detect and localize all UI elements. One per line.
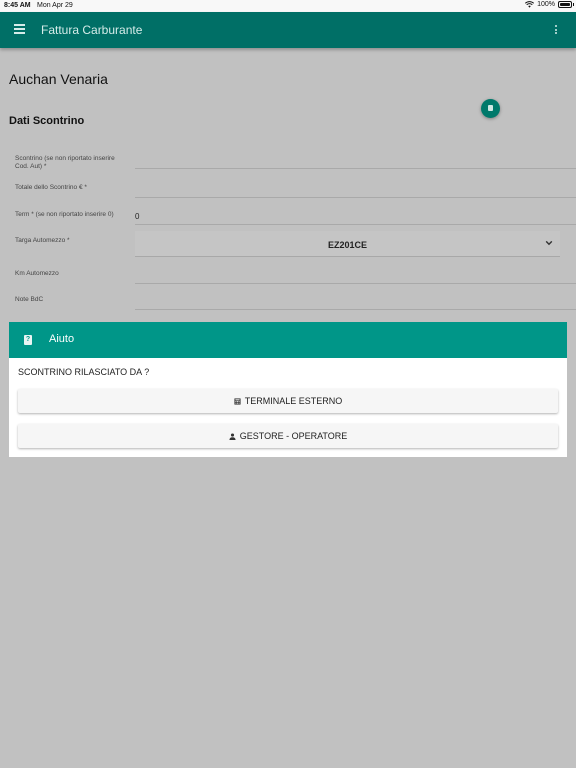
receipt-fab-button[interactable] — [481, 99, 500, 118]
note-underline — [135, 309, 576, 310]
gestore-operatore-label: GESTORE - OPERATORE — [239, 431, 348, 441]
dialog-title: Aiuto — [49, 333, 75, 345]
targa-selected-value: EZ201CE — [327, 240, 368, 250]
battery-icon — [558, 1, 574, 8]
section-title: Dati Scontrino — [9, 115, 85, 127]
scontrino-label-line2: Cod. Aut) * — [15, 163, 47, 170]
status-right: 100% — [525, 1, 574, 8]
chevron-down-icon — [545, 240, 553, 246]
battery-percent: 100% — [537, 1, 555, 8]
station-name: Auchan Venaria — [9, 71, 108, 87]
targa-select[interactable]: EZ201CE — [135, 231, 560, 257]
targa-label: Targa Automezzo * — [15, 237, 70, 244]
app-title: Fattura Carburante — [41, 23, 143, 37]
term-underline — [135, 224, 576, 225]
gestore-operatore-button[interactable]: GESTORE - OPERATORE — [18, 424, 558, 448]
status-bar: 8:45 AM Mon Apr 29 100% — [0, 0, 576, 12]
app-bar: Fattura Carburante — [0, 12, 576, 48]
scontrino-label-line1: Scontrino (se non riportato inserire — [15, 155, 115, 162]
term-label: Term * (se non riportato inserire 0) — [15, 211, 114, 218]
more-vert-icon[interactable] — [555, 25, 558, 36]
menu-icon[interactable] — [14, 24, 25, 36]
wifi-icon — [525, 1, 535, 8]
help-dialog: ? Aiuto SCONTRINO RILASCIATO DA ? TERMIN… — [9, 322, 567, 457]
note-label: Note BdC — [15, 296, 44, 303]
scontrino-underline — [135, 168, 576, 169]
dialog-question: SCONTRINO RILASCIATO DA ? — [18, 367, 150, 377]
person-icon — [229, 432, 236, 440]
calculator-icon — [234, 397, 241, 405]
km-label: Km Automezzo — [15, 270, 59, 277]
scontrino-label: Scontrino (se non riportato inserire Cod… — [15, 155, 130, 171]
help-icon: ? — [24, 335, 32, 345]
status-date: Mon Apr 29 — [37, 2, 73, 9]
terminale-esterno-label: TERMINALE ESTERNO — [244, 396, 343, 406]
dialog-header: ? Aiuto — [9, 322, 567, 358]
status-time: 8:45 AM — [4, 2, 31, 9]
terminale-esterno-button[interactable]: TERMINALE ESTERNO — [18, 389, 558, 413]
totale-label: Totale dello Scontrino € * — [15, 184, 87, 191]
km-underline — [135, 283, 576, 284]
totale-underline — [135, 197, 576, 198]
term-input[interactable]: 0 — [135, 212, 139, 221]
